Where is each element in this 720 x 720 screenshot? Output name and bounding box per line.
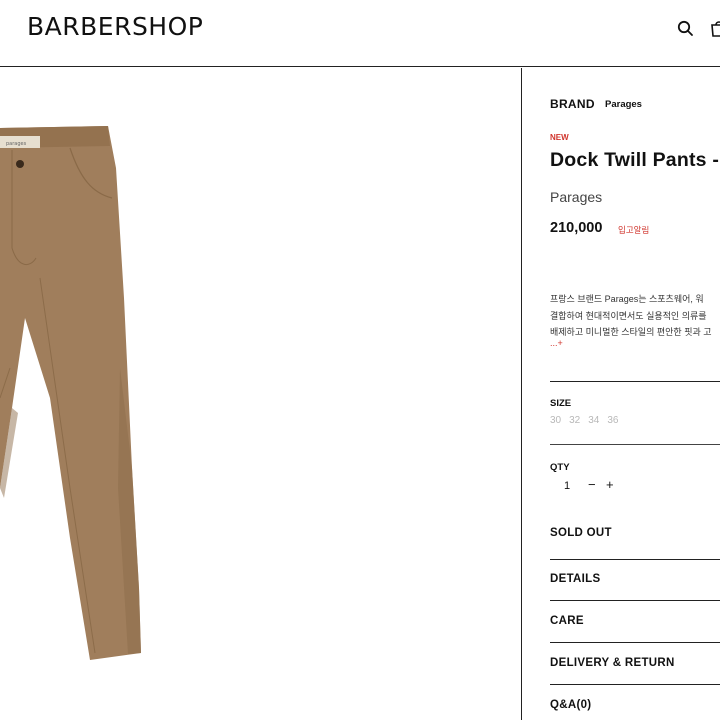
size-label: SIZE	[550, 398, 572, 409]
product-title: Dock Twill Pants -	[550, 149, 720, 171]
divider	[550, 559, 720, 560]
sold-out-button[interactable]: SOLD OUT	[550, 527, 612, 539]
read-more-link[interactable]: ...+	[550, 338, 563, 348]
size-option[interactable]: 32	[569, 415, 580, 426]
qty-value[interactable]: 1	[564, 480, 570, 492]
size-options: 30 32 34 36	[550, 415, 627, 426]
product-subbrand: Parages	[550, 189, 603, 205]
product-price: 210,000	[550, 220, 603, 236]
qty-decrease-button[interactable]: −	[588, 477, 596, 492]
accordion-delivery-return[interactable]: DELIVERY & RETURN	[550, 657, 675, 669]
size-option[interactable]: 36	[607, 415, 618, 426]
product-image: parages	[0, 126, 141, 660]
product-info-panel: BRAND Parages NEW Dock Twill Pants - Par…	[522, 68, 720, 720]
brand-link[interactable]: Parages	[605, 99, 642, 110]
brand-label: BRAND	[550, 97, 595, 111]
description-line: 프랑스 브랜드 Parages는 스포츠웨어, 워	[550, 294, 704, 304]
svg-text:parages: parages	[6, 141, 27, 147]
accordion-details[interactable]: DETAILS	[550, 573, 600, 585]
new-badge: NEW	[550, 133, 569, 142]
search-icon[interactable]	[675, 17, 697, 39]
divider	[550, 684, 720, 685]
size-option[interactable]: 34	[588, 415, 599, 426]
divider	[550, 381, 720, 382]
restock-alert-link[interactable]: 입고알림	[618, 224, 649, 236]
shopping-bag-icon[interactable]	[708, 17, 720, 39]
accordion-care[interactable]: CARE	[550, 615, 584, 627]
divider	[550, 600, 720, 601]
description-line: 배제하고 미니멀한 스타일의 편안한 핏과 고	[550, 327, 712, 337]
product-image-area: parages	[0, 68, 521, 720]
divider	[550, 642, 720, 643]
size-option[interactable]: 30	[550, 415, 561, 426]
qty-increase-button[interactable]: +	[606, 477, 614, 492]
divider	[550, 444, 720, 445]
description-line: 결합하여 현대적이면서도 실용적인 의류를	[550, 310, 707, 321]
accordion-qna[interactable]: Q&A(0)	[550, 699, 591, 711]
qty-label: QTY	[550, 462, 570, 473]
product-description: 프랑스 브랜드 Parages는 스포츠웨어, 워 결합하여 현대적이면서도 실…	[550, 291, 712, 341]
site-logo[interactable]: BARBERSHOP	[27, 12, 203, 41]
site-header: BARBERSHOP	[0, 0, 720, 67]
